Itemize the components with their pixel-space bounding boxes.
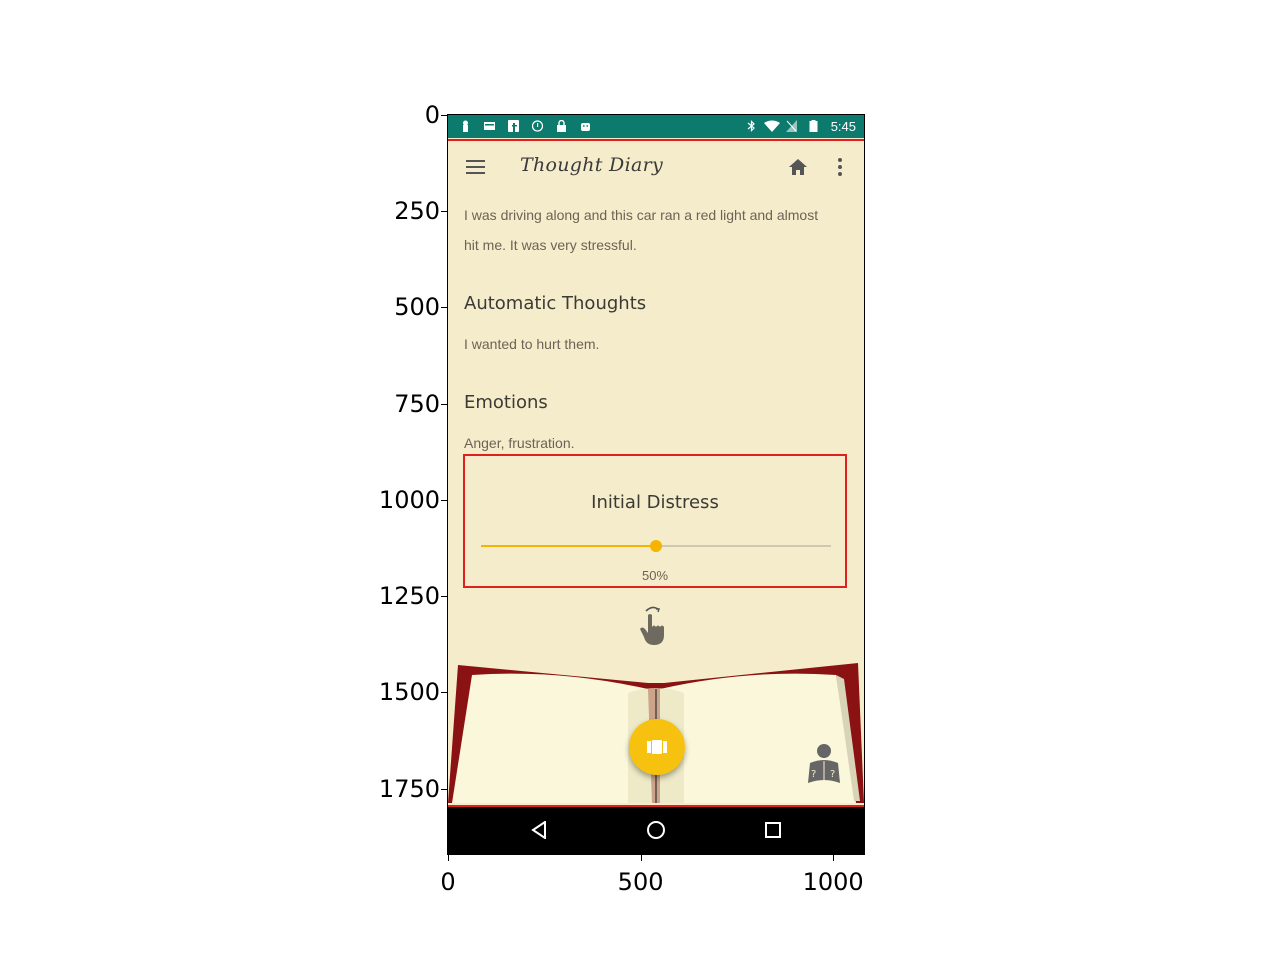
- y-tick-label: 1750: [378, 774, 440, 803]
- theater-icon: [647, 740, 667, 754]
- y-tick-label: 750: [394, 389, 440, 418]
- y-tick-label: 1500: [378, 678, 440, 707]
- status-bar: 5:45: [448, 115, 864, 138]
- automatic-thoughts-text: I wanted to hurt them.: [464, 336, 600, 352]
- y-tick-mark: [441, 403, 448, 405]
- battery-icon: [809, 120, 818, 132]
- bluetooth-icon: [747, 120, 755, 132]
- initial-distress-label: Initial Distress: [591, 492, 719, 513]
- x-tick-label: 500: [617, 868, 664, 896]
- y-tick-mark: [441, 692, 448, 694]
- y-tick-label: 1000: [378, 485, 440, 514]
- slider-fill: [481, 545, 656, 547]
- more-vert-icon[interactable]: [838, 158, 842, 176]
- y-tick-mark: [441, 499, 448, 501]
- y-tick-label: 500: [394, 293, 440, 322]
- lock-icon: [557, 120, 566, 132]
- navigation-bar: [448, 807, 864, 854]
- x-tick-mark: [833, 854, 835, 861]
- phone-screen: 5:45 Thought Diary I was driving along a…: [447, 114, 865, 855]
- y-tick-mark: [441, 211, 448, 213]
- x-tick-label: 1000: [802, 868, 864, 896]
- y-tick-mark: [441, 115, 448, 116]
- android-icon: [581, 123, 590, 131]
- y-tick-label: 250: [394, 197, 440, 226]
- emotions-heading: Emotions: [464, 392, 548, 413]
- status-time: 5:45: [830, 119, 856, 134]
- signal-off-icon: [786, 120, 797, 132]
- y-tick-mark: [441, 788, 448, 790]
- x-tick-mark: [640, 854, 642, 861]
- distress-slider[interactable]: [481, 540, 831, 552]
- home-icon[interactable]: [788, 157, 808, 177]
- back-icon[interactable]: [531, 821, 547, 839]
- alert-circle-icon: [532, 120, 543, 132]
- situation-text: I was driving along and this car ran a r…: [464, 207, 819, 253]
- distress-value: 50%: [641, 568, 669, 583]
- reader-question-icon[interactable]: ? ?: [806, 743, 842, 787]
- app-bar: Thought Diary: [448, 141, 864, 193]
- theater-fab-button[interactable]: [629, 719, 685, 775]
- x-tick-mark: [448, 854, 449, 861]
- app-title: Thought Diary: [520, 154, 664, 176]
- y-tick-mark: [441, 596, 448, 598]
- wifi-icon: [764, 120, 780, 132]
- y-tick-label: 1250: [378, 582, 440, 611]
- recents-icon[interactable]: [765, 822, 781, 838]
- facebook-icon: [508, 120, 519, 132]
- hamburger-icon[interactable]: [466, 160, 485, 174]
- y-tick-label: 0: [424, 101, 440, 129]
- automatic-thoughts-heading: Automatic Thoughts: [464, 293, 647, 314]
- card-icon: [484, 122, 495, 130]
- slider-thumb[interactable]: [650, 540, 662, 552]
- svg-text:?: ?: [830, 769, 835, 780]
- initial-distress-panel: Initial Distress 50%: [463, 454, 847, 588]
- keyhole-icon: [463, 120, 468, 132]
- x-tick-label: 0: [440, 868, 456, 896]
- svg-text:?: ?: [811, 769, 816, 780]
- y-tick-mark: [441, 307, 448, 309]
- swipe-hand-icon: [640, 606, 664, 645]
- home-nav-icon[interactable]: [647, 821, 665, 839]
